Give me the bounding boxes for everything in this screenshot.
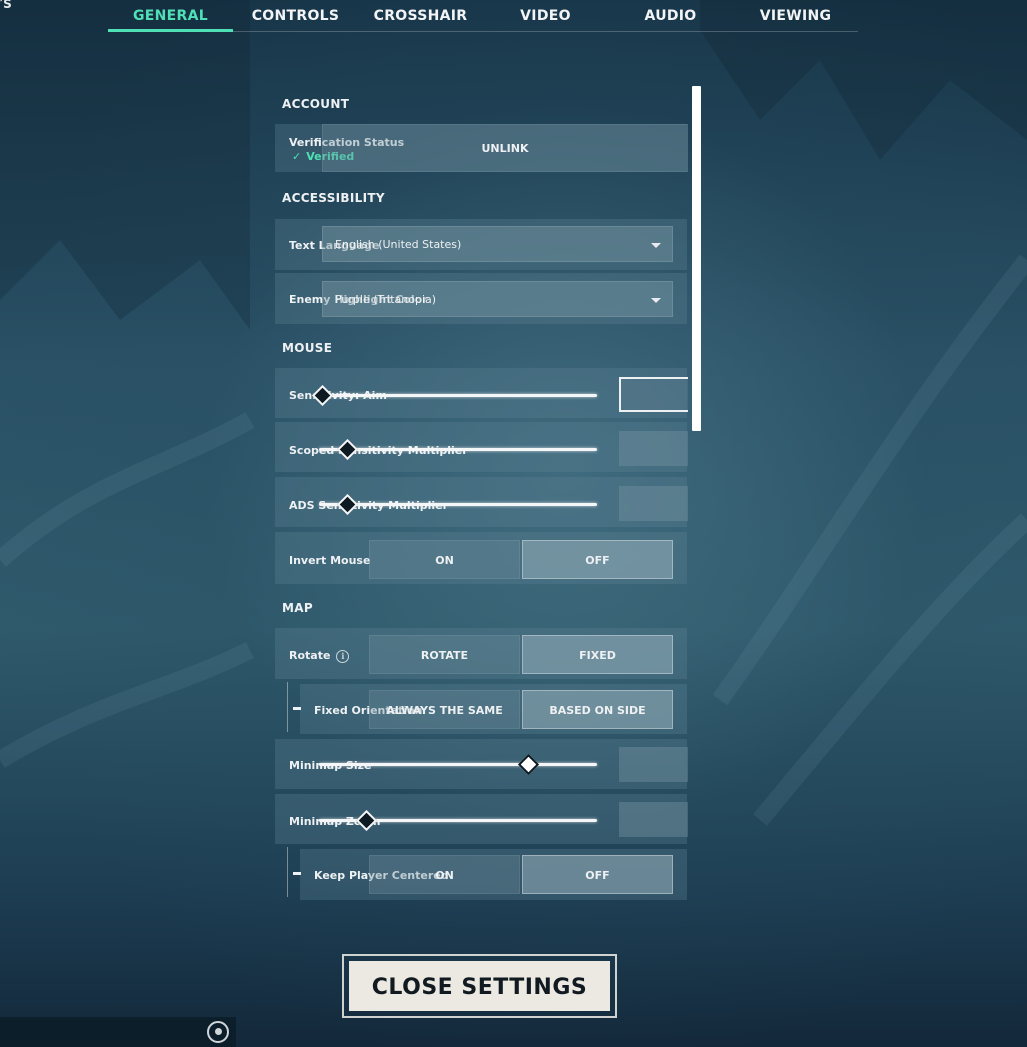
ads-sensitivity-slider[interactable]	[319, 493, 597, 516]
scoped-sensitivity-row: Scoped Sensitivity Multiplier	[275, 422, 688, 472]
dash-icon	[293, 707, 301, 710]
invert-mouse-label: Invert Mouse	[289, 554, 371, 567]
minimap-zoom-row: Minimap Zoom	[275, 794, 688, 844]
tab-video[interactable]: VIDEO	[483, 0, 608, 31]
keep-centered-on-button[interactable]: ON	[369, 855, 520, 894]
dash-icon	[293, 872, 301, 875]
sensitivity-aim-row: Sensitivity: Aim	[275, 368, 688, 418]
minimap-zoom-slider[interactable]	[319, 809, 597, 832]
invert-off-button[interactable]: OFF	[522, 540, 673, 579]
info-icon[interactable]: i	[336, 649, 350, 663]
panel-scrollbar[interactable]	[692, 86, 701, 431]
check-icon: ✓	[292, 150, 302, 163]
unlink-button[interactable]: UNLINK	[322, 124, 688, 172]
radar-icon[interactable]	[207, 1021, 229, 1043]
tab-audio[interactable]: AUDIO	[608, 0, 733, 31]
tree-line	[287, 682, 288, 732]
invert-on-button[interactable]: ON	[369, 540, 520, 579]
section-title-accessibility: ACCESSIBILITY	[282, 191, 385, 205]
enemy-highlight-row: Enemy Highlight Color Purple (Tritanopia…	[275, 273, 687, 324]
text-language-value: English (United States)	[335, 238, 462, 251]
minimap-size-row: Minimap Size	[275, 739, 688, 789]
enemy-highlight-value: Purple (Tritanopia)	[335, 293, 437, 306]
tree-line	[287, 847, 288, 897]
rotate-label: Rotate	[289, 649, 331, 662]
minimap-size-input[interactable]	[619, 747, 688, 782]
invert-mouse-row: Invert Mouse ON OFF	[275, 532, 687, 584]
caret-down-icon	[651, 243, 661, 248]
ads-sensitivity-input[interactable]	[619, 486, 688, 521]
close-settings-label: CLOSE SETTINGS	[349, 961, 610, 1011]
section-title-map: MAP	[282, 601, 313, 615]
slider-thumb[interactable]	[517, 753, 539, 776]
section-title-account: ACCOUNT	[282, 97, 350, 111]
keep-centered-off-button[interactable]: OFF	[522, 855, 673, 894]
rotate-row: Rotate i ROTATE FIXED	[275, 628, 687, 679]
text-language-row: Text Language English (United States)	[275, 219, 687, 270]
ads-sensitivity-row: ADS Sensitivity Multiplier	[275, 477, 688, 527]
sensitivity-aim-input[interactable]	[619, 377, 688, 412]
enemy-highlight-dropdown[interactable]: Purple (Tritanopia)	[322, 281, 673, 317]
rotate-option-button[interactable]: ROTATE	[369, 635, 520, 674]
caret-down-icon	[651, 298, 661, 303]
tab-controls[interactable]: CONTROLS	[233, 0, 358, 31]
tab-general[interactable]: GENERAL	[108, 0, 233, 32]
scoped-sensitivity-slider[interactable]	[319, 438, 597, 461]
verification-status-row: Verification Status ✓ Verified UNLINK	[275, 124, 688, 172]
scoped-sensitivity-input[interactable]	[619, 431, 688, 466]
fixed-option-button[interactable]: FIXED	[522, 635, 673, 674]
section-title-mouse: MOUSE	[282, 341, 333, 355]
settings-panel: ACCOUNT Verification Status ✓ Verified UN…	[275, 86, 689, 900]
text-language-dropdown[interactable]: English (United States)	[322, 226, 673, 262]
settings-tab-bar: GENERAL CONTROLS CROSSHAIR VIDEO AUDIO V…	[108, 0, 858, 32]
tab-viewing[interactable]: VIEWING	[733, 0, 858, 31]
keep-centered-row: Keep Player Centered ON OFF	[293, 849, 687, 900]
minimap-zoom-input[interactable]	[619, 802, 688, 837]
based-on-side-button[interactable]: BASED ON SIDE	[522, 690, 673, 729]
corner-glyph: ′S	[0, 0, 12, 11]
tab-crosshair[interactable]: CROSSHAIR	[358, 0, 483, 31]
bottom-bar	[0, 1017, 236, 1047]
fixed-orientation-row: Fixed Orientation ALWAYS THE SAME BASED …	[293, 684, 687, 734]
rotate-label-wrap: Rotate i	[289, 649, 350, 663]
minimap-size-slider[interactable]	[319, 753, 597, 776]
close-settings-button[interactable]: CLOSE SETTINGS	[342, 954, 617, 1018]
always-same-button[interactable]: ALWAYS THE SAME	[369, 690, 520, 729]
sensitivity-aim-slider[interactable]	[311, 384, 597, 407]
